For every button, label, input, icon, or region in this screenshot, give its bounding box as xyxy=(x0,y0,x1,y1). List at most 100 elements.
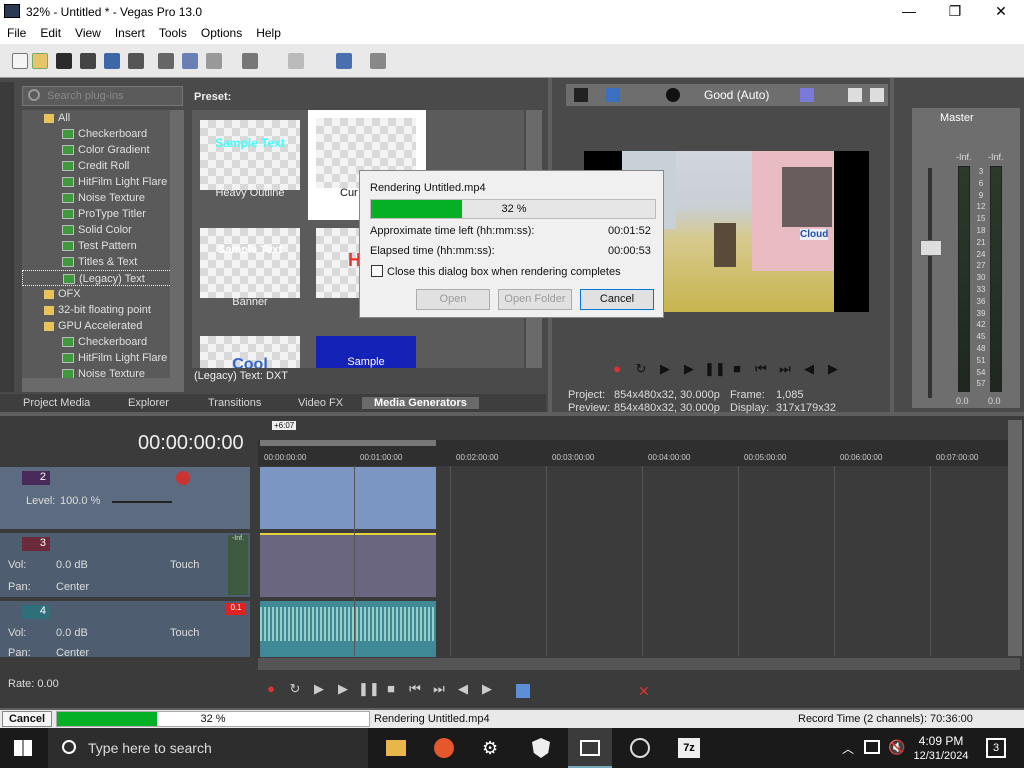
play-icon[interactable]: ▶ xyxy=(334,680,352,698)
menu-view[interactable]: View xyxy=(68,24,108,40)
timeline-vertical-scrollbar[interactable] xyxy=(1008,420,1022,656)
new-icon[interactable] xyxy=(12,53,28,69)
tree-plugin[interactable]: Solid Color xyxy=(22,222,184,238)
menu-insert[interactable]: Insert xyxy=(108,24,152,40)
save-icon[interactable] xyxy=(56,53,72,69)
volume-muted-icon[interactable]: 🔇 xyxy=(888,739,905,756)
play-from-start-icon[interactable]: ▶ xyxy=(310,680,328,698)
tree-plugin[interactable]: Checkerboard xyxy=(22,334,184,350)
save-as-icon[interactable] xyxy=(80,53,96,69)
menu-file[interactable]: File xyxy=(0,24,33,40)
previous-frame-icon[interactable]: ◀ xyxy=(454,680,472,698)
timeline-horizontal-scrollbar[interactable] xyxy=(258,658,1020,670)
security-shield-icon[interactable] xyxy=(532,738,550,758)
video-event[interactable] xyxy=(260,467,436,529)
external-monitor-icon[interactable] xyxy=(606,88,620,102)
preset-thumb-banner[interactable]: Sample Text xyxy=(200,228,300,298)
paste-icon[interactable] xyxy=(206,53,222,69)
tree-plugin[interactable]: (Legacy) Text xyxy=(22,270,184,286)
taskbar-search-box[interactable]: Type here to search xyxy=(48,728,368,768)
stop-icon[interactable]: ■ xyxy=(728,360,746,378)
tree-plugin[interactable]: HitFilm Light Flare xyxy=(22,174,184,190)
track-header-4[interactable]: 4 Vol: 0.0 dB Pan: Center Touch 0.1 xyxy=(0,601,250,659)
menu-options[interactable]: Options xyxy=(194,24,249,40)
split-screen-icon[interactable] xyxy=(666,88,680,102)
go-to-end-icon[interactable]: ⏭ xyxy=(430,680,448,698)
tree-folder[interactable]: 32-bit floating point xyxy=(22,302,184,318)
tree-plugin[interactable]: Credit Roll xyxy=(22,158,184,174)
master-fader[interactable] xyxy=(920,240,942,256)
vegas-taskbar-button[interactable] xyxy=(568,728,612,768)
preview-quality-select[interactable]: Good (Auto) xyxy=(704,88,769,102)
menu-help[interactable]: Help xyxy=(249,24,288,40)
redo-icon[interactable] xyxy=(288,53,304,69)
tab-media-generators[interactable]: Media Generators xyxy=(362,397,479,409)
pause-icon[interactable]: ❚❚ xyxy=(704,360,726,378)
7zip-icon[interactable]: 7z xyxy=(678,738,700,758)
audio-event-4[interactable] xyxy=(260,601,436,657)
loop-playback-icon[interactable]: ↻ xyxy=(632,360,650,378)
preset-thumb-heavy-outline[interactable]: Sample Text xyxy=(200,120,300,190)
preset-thumb-cool[interactable]: Cool xyxy=(200,336,300,368)
tab-video-fx[interactable]: Video FX xyxy=(298,397,343,409)
firefox-icon[interactable] xyxy=(434,738,454,758)
close-when-complete-checkbox[interactable] xyxy=(371,265,383,277)
cancel-render-button[interactable]: Cancel xyxy=(580,289,654,310)
cut-icon[interactable] xyxy=(158,53,174,69)
loop-region-marker[interactable]: +6:07 xyxy=(272,421,297,430)
close-button[interactable]: ✕ xyxy=(978,0,1024,24)
properties-icon[interactable] xyxy=(128,53,144,69)
tab-transitions[interactable]: Transitions xyxy=(208,397,261,409)
tree-folder[interactable]: GPU Accelerated xyxy=(22,318,184,334)
save-snapshot-icon[interactable] xyxy=(870,88,884,102)
status-cancel-button[interactable]: Cancel xyxy=(2,711,52,727)
tree-folder[interactable]: OFX xyxy=(22,286,184,302)
maximize-button[interactable]: ❐ xyxy=(932,0,978,24)
previous-frame-icon[interactable]: ◀ xyxy=(800,360,818,378)
audio-event-3[interactable] xyxy=(260,533,436,597)
play-from-start-icon[interactable]: ▶ xyxy=(656,360,674,378)
plugin-tree[interactable]: All Checkerboard Color Gradient Credit Roll… xyxy=(22,110,184,378)
tree-plugin[interactable]: Noise Texture xyxy=(22,366,184,378)
tree-plugin[interactable]: HitFilm Light Flare xyxy=(22,350,184,366)
tree-plugin[interactable]: Test Pattern xyxy=(22,238,184,254)
level-slider[interactable] xyxy=(112,501,172,503)
tree-plugin[interactable]: Noise Texture xyxy=(22,190,184,206)
tree-horizontal-scrollbar[interactable] xyxy=(22,378,184,392)
clock-time[interactable]: 4:09 PM xyxy=(916,734,966,748)
menu-edit[interactable]: Edit xyxy=(33,24,68,40)
settings-gear-icon[interactable]: ⚙ xyxy=(482,738,502,758)
play-icon[interactable]: ▶ xyxy=(680,360,698,378)
go-to-end-icon[interactable]: ⏭ xyxy=(776,360,794,378)
track-header-3[interactable]: 3 Vol: 0.0 dB Pan: Center Touch -Inf. xyxy=(0,533,250,597)
search-plugins-input[interactable]: Search plug-ins xyxy=(22,86,183,106)
clock-date[interactable]: 12/31/2024 xyxy=(910,750,972,762)
record-icon[interactable]: ● xyxy=(262,680,280,698)
show-hidden-icons-chevron-icon[interactable]: ︿ xyxy=(842,740,854,757)
track-fx-icon[interactable] xyxy=(176,471,190,485)
loop-region-bar[interactable] xyxy=(260,440,436,446)
overlays-icon[interactable] xyxy=(800,88,814,102)
loop-playback-icon[interactable]: ↻ xyxy=(286,680,304,698)
automation-mode[interactable]: Touch xyxy=(170,559,199,571)
delete-icon[interactable]: ✕ xyxy=(638,684,652,698)
next-frame-icon[interactable]: ▶ xyxy=(478,680,496,698)
tree-vertical-scrollbar[interactable] xyxy=(170,110,184,378)
tab-explorer[interactable]: Explorer xyxy=(128,397,169,409)
record-icon[interactable]: ● xyxy=(608,360,626,378)
go-to-start-icon[interactable]: ⏮ xyxy=(406,680,424,698)
minimize-button[interactable]: — xyxy=(886,0,932,24)
windows-start-icon[interactable] xyxy=(14,740,32,756)
enable-snapping-icon[interactable] xyxy=(336,53,352,69)
go-to-start-icon[interactable]: ⏮ xyxy=(752,360,770,378)
copy-snapshot-icon[interactable] xyxy=(848,88,862,102)
tree-plugin[interactable]: Checkerboard xyxy=(22,126,184,142)
normal-edit-tool-icon[interactable] xyxy=(516,684,530,698)
copy-icon[interactable] xyxy=(182,53,198,69)
tree-folder[interactable]: All xyxy=(22,110,184,126)
pause-icon[interactable]: ❚❚ xyxy=(358,680,380,698)
automation-mode[interactable]: Touch xyxy=(170,627,199,639)
notifications-icon[interactable]: 3 xyxy=(986,738,1006,758)
file-explorer-icon[interactable] xyxy=(386,740,406,756)
tree-plugin[interactable]: Color Gradient xyxy=(22,142,184,158)
